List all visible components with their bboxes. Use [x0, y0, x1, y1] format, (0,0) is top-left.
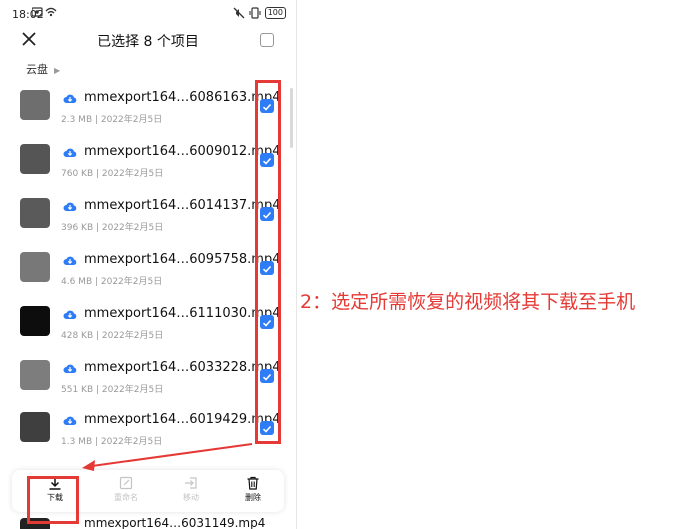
rename-label: 重命名	[114, 493, 138, 502]
cloud-download-icon	[63, 202, 77, 211]
list-item[interactable]: mmexport164…6086163.mp4 2.3 MB | 2022年2月…	[0, 90, 296, 144]
divider	[296, 0, 297, 529]
select-all-checkbox[interactable]	[260, 33, 274, 47]
list-item[interactable]: mmexport164…6014137.mp4 396 KB | 2022年2月…	[0, 198, 296, 252]
status-right: 100	[233, 7, 286, 19]
vibrate-icon	[249, 7, 261, 19]
battery-icon: 100	[264, 7, 286, 19]
cloud-download-icon	[63, 256, 77, 265]
move-icon	[185, 477, 197, 489]
move-label: 移动	[183, 493, 199, 502]
breadcrumb-label: 云盘	[26, 63, 48, 76]
breadcrumb[interactable]: 云盘 ▶	[26, 61, 60, 77]
status-icons	[31, 6, 58, 21]
video-thumbnail	[20, 90, 50, 120]
file-name: mmexport164…6111030.mp4	[84, 306, 281, 321]
instruction-annotation: 2：选定所需恢复的视频将其下载至手机	[300, 291, 636, 313]
delete-button[interactable]: 删除	[228, 476, 278, 510]
file-meta: 551 KB | 2022年2月5日	[61, 385, 164, 395]
file-name: mmexport164…6086163.mp4	[84, 90, 281, 105]
delete-label: 删除	[245, 493, 261, 502]
list-item[interactable]: mmexport164…6019429.mp4 1.3 MB | 2022年2月…	[0, 412, 296, 466]
video-thumbnail	[20, 198, 50, 228]
video-thumbnail	[20, 252, 50, 282]
video-thumbnail	[20, 360, 50, 390]
move-button[interactable]: 移动	[166, 476, 216, 510]
selection-header: 已选择 8 个项目	[0, 28, 296, 54]
list-item[interactable]: mmexport164…6033228.mp4 551 KB | 2022年2月…	[0, 360, 296, 414]
file-name: mmexport164…6014137.mp4	[84, 198, 281, 213]
video-thumbnail	[20, 144, 50, 174]
list-item[interactable]: mmexport164…6009012.mp4 760 KB | 2022年2月…	[0, 144, 296, 198]
file-meta: 428 KB | 2022年2月5日	[61, 331, 164, 341]
file-name: mmexport164…6031149.mp4	[84, 516, 266, 529]
trash-icon	[247, 476, 259, 490]
download-highlight-box	[27, 476, 79, 524]
rename-button[interactable]: 重命名	[101, 476, 151, 510]
cloud-download-icon	[63, 94, 77, 103]
cloud-download-icon	[63, 148, 77, 157]
file-meta: 760 KB | 2022年2月5日	[61, 169, 164, 179]
cloud-download-icon	[63, 364, 77, 373]
file-name: mmexport164…6009012.mp4	[84, 144, 281, 159]
file-meta: 4.6 MB | 2022年2月5日	[61, 277, 163, 287]
cloud-download-icon	[63, 310, 77, 319]
status-bar: 18:02 100	[0, 0, 296, 28]
phone-screen: 18:02 100 已选择 8 个项目 云盘 ▶ mmexport164…608…	[0, 0, 296, 529]
video-thumbnail	[20, 306, 50, 336]
file-name: mmexport164…6095758.mp4	[84, 252, 281, 267]
page: 18:02 100 已选择 8 个项目 云盘 ▶ mmexport164…608…	[0, 0, 700, 529]
file-meta: 2.3 MB | 2022年2月5日	[61, 115, 163, 125]
edit-icon	[119, 476, 133, 490]
file-meta: 396 KB | 2022年2月5日	[61, 223, 164, 233]
checkbox-highlight-box	[255, 80, 281, 444]
mute-icon	[233, 7, 245, 19]
file-meta: 1.3 MB | 2022年2月5日	[61, 437, 163, 447]
breadcrumb-arrow-icon: ▶	[54, 66, 61, 75]
cloud-download-icon	[63, 416, 77, 425]
file-name: mmexport164…6033228.mp4	[84, 360, 281, 375]
list-item[interactable]: mmexport164…6095758.mp4 4.6 MB | 2022年2月…	[0, 252, 296, 306]
page-title: 已选择 8 个项目	[97, 34, 199, 50]
file-name: mmexport164…6019429.mp4	[84, 412, 281, 427]
video-thumbnail	[20, 412, 50, 442]
notification-icons	[31, 7, 57, 17]
list-item[interactable]: mmexport164…6111030.mp4 428 KB | 2022年2月…	[0, 306, 296, 360]
